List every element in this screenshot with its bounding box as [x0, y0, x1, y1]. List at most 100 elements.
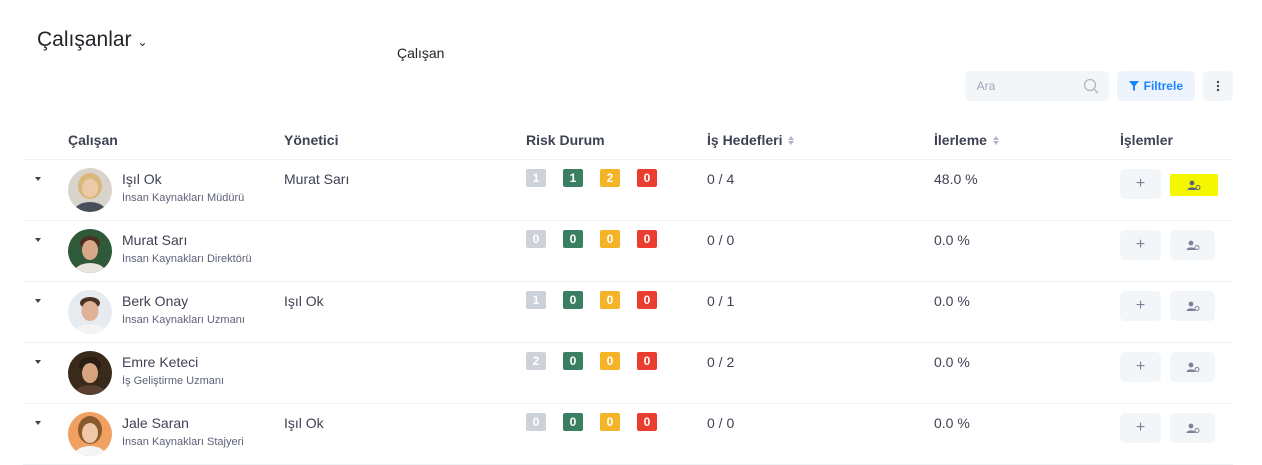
employee-name[interactable]: Berk Onay	[122, 293, 188, 309]
risk-badge-red: 0	[637, 413, 657, 431]
avatar	[68, 290, 112, 334]
employee-title: İnsan Kaynakları Direktörü	[122, 253, 252, 265]
risk-badge-red: 0	[637, 169, 657, 187]
employee-name[interactable]: Işıl Ok	[122, 171, 162, 187]
risk-badges: 1 0 0 0	[526, 291, 657, 309]
risk-badges: 0 0 0 0	[526, 230, 657, 248]
expand-caret-icon[interactable]	[35, 177, 41, 181]
assign-user-button[interactable]	[1170, 230, 1215, 260]
plus-icon: +	[1135, 236, 1146, 253]
add-button[interactable]: +	[1120, 169, 1161, 199]
more-vertical-icon	[1216, 80, 1220, 92]
table-row[interactable]: Jale Saran İnsan Kaynakları Stajyeri Işı…	[23, 404, 1233, 465]
risk-badge-yellow: 0	[600, 291, 620, 309]
filter-icon	[1128, 81, 1139, 91]
progress-value: 0.0 %	[934, 232, 970, 248]
chevron-down-icon[interactable]: ⌄	[138, 35, 148, 49]
risk-badges: 2 0 0 0	[526, 352, 657, 370]
expand-caret-icon[interactable]	[35, 360, 41, 364]
search-input[interactable]	[964, 71, 1077, 101]
table-body: Işıl Ok İnsan Kaynakları Müdürü Murat Sa…	[23, 160, 1233, 465]
manager-name: Murat Sarı	[284, 171, 350, 187]
add-button[interactable]: +	[1120, 230, 1161, 260]
risk-badge-gray: 1	[526, 169, 546, 187]
goals-value: 0 / 0	[707, 232, 735, 248]
progress-value: 0.0 %	[934, 354, 970, 370]
page-title[interactable]: Çalışanlar ⌄	[37, 28, 148, 52]
table-row[interactable]: Murat Sarı İnsan Kaynakları Direktörü 0 …	[23, 221, 1233, 282]
filter-button-label: Filtrele	[1143, 79, 1183, 93]
risk-badge-yellow: 0	[600, 352, 620, 370]
employee-name[interactable]: Emre Keteci	[122, 354, 198, 370]
column-header-manager-label: Yönetici	[284, 132, 339, 148]
column-header-actions: İşlemler	[1120, 132, 1173, 148]
filter-button[interactable]: Filtrele	[1116, 71, 1195, 101]
page-title-text: Çalışanlar	[37, 28, 132, 51]
search-icon[interactable]	[1083, 78, 1099, 94]
risk-badge-red: 0	[637, 291, 657, 309]
manager-name: Işıl Ok	[284, 293, 324, 309]
plus-icon: +	[1135, 358, 1146, 375]
plus-icon: +	[1135, 175, 1146, 192]
goals-value: 0 / 1	[707, 293, 735, 309]
risk-badge-yellow: 0	[600, 413, 620, 431]
add-button[interactable]: +	[1120, 352, 1161, 382]
risk-badge-green: 1	[563, 169, 583, 187]
assign-user-button[interactable]	[1170, 291, 1215, 321]
sort-icon[interactable]	[992, 135, 999, 145]
risk-badge-yellow: 2	[600, 169, 620, 187]
goals-value: 0 / 2	[707, 354, 735, 370]
table-header: Çalışan Yönetici Risk Durum İş Hedefleri…	[23, 126, 1233, 160]
goals-value: 0 / 0	[707, 415, 735, 431]
table-row[interactable]: Berk Onay İnsan Kaynakları Uzmanı Işıl O…	[23, 282, 1233, 343]
column-header-progress-label: İlerleme	[934, 132, 987, 148]
employee-title: İnsan Kaynakları Stajyeri	[122, 436, 244, 448]
risk-badge-gray: 0	[526, 413, 546, 431]
more-options-button[interactable]	[1203, 71, 1233, 101]
search-box[interactable]	[964, 71, 1109, 101]
risk-badge-green: 0	[563, 352, 583, 370]
employee-title: İnsan Kaynakları Müdürü	[122, 192, 245, 204]
user-icon	[1186, 362, 1199, 372]
toolbar: Filtrele	[964, 71, 1233, 101]
risk-badge-gray: 2	[526, 352, 546, 370]
risk-badge-green: 0	[563, 413, 583, 431]
add-button[interactable]: +	[1120, 291, 1161, 321]
plus-icon: +	[1135, 419, 1146, 436]
column-header-progress[interactable]: İlerleme	[934, 132, 999, 148]
employee-name[interactable]: Jale Saran	[122, 415, 189, 431]
sort-icon[interactable]	[788, 135, 795, 145]
column-header-goals[interactable]: İş Hedefleri	[707, 132, 795, 148]
add-button[interactable]: +	[1120, 413, 1161, 443]
avatar	[68, 229, 112, 273]
employee-title: İnsan Kaynakları Uzmanı	[122, 314, 245, 326]
expand-caret-icon[interactable]	[35, 421, 41, 425]
user-icon	[1187, 180, 1201, 190]
plus-icon: +	[1135, 297, 1146, 314]
risk-badge-gray: 0	[526, 230, 546, 248]
table-row[interactable]: Işıl Ok İnsan Kaynakları Müdürü Murat Sa…	[23, 160, 1233, 221]
column-header-risk[interactable]: Risk Durum	[526, 132, 605, 148]
expand-caret-icon[interactable]	[35, 299, 41, 303]
risk-badges: 1 1 2 0	[526, 169, 657, 187]
progress-value: 0.0 %	[934, 293, 970, 309]
assign-user-button[interactable]	[1170, 352, 1215, 382]
column-header-employee-label: Çalışan	[68, 132, 118, 148]
risk-badge-red: 0	[637, 230, 657, 248]
manager-name: Işıl Ok	[284, 415, 324, 431]
column-header-employee[interactable]: Çalışan	[68, 132, 118, 148]
page-subtitle: Çalışan	[397, 45, 445, 61]
table-row[interactable]: Emre Keteci İş Geliştirme Uzmanı 2 0 0 0…	[23, 343, 1233, 404]
risk-badges: 0 0 0 0	[526, 413, 657, 431]
progress-value: 0.0 %	[934, 415, 970, 431]
assign-user-button[interactable]	[1170, 413, 1215, 443]
avatar	[68, 351, 112, 395]
employee-name[interactable]: Murat Sarı	[122, 232, 187, 248]
assign-user-button[interactable]	[1170, 174, 1218, 196]
risk-badge-green: 0	[563, 291, 583, 309]
risk-badge-red: 0	[637, 352, 657, 370]
column-header-actions-label: İşlemler	[1120, 132, 1173, 148]
column-header-manager[interactable]: Yönetici	[284, 132, 338, 148]
user-icon	[1186, 240, 1199, 250]
expand-caret-icon[interactable]	[35, 238, 41, 242]
